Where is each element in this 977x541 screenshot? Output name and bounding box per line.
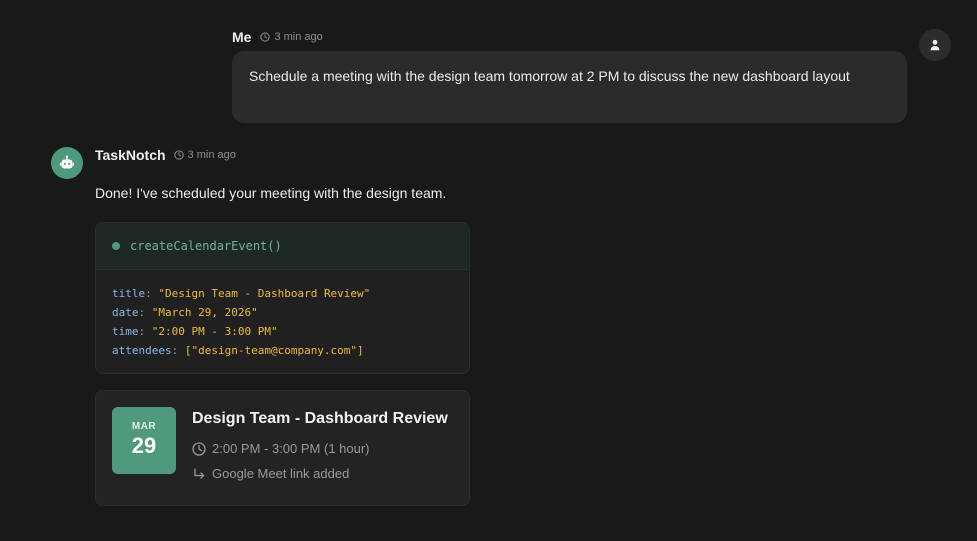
user-message-header: Me 3 min ago: [232, 29, 323, 45]
bot-message-header: TaskNotch 3 min ago: [95, 147, 236, 163]
argument-row: time: "2:00 PM - 3:00 PM": [112, 325, 278, 338]
user-avatar[interactable]: [919, 29, 951, 61]
clock-icon: [173, 150, 184, 160]
argument-key: attendees: [112, 344, 172, 357]
clock-icon: [192, 441, 206, 456]
argument-row: attendees: ["design-team@company.com"]: [112, 344, 364, 357]
date-badge: MAR 29: [112, 407, 176, 474]
status-dot-icon: [112, 242, 120, 250]
message-timestamp: 3 min ago: [260, 31, 323, 43]
argument-value: "2:00 PM - 3:00 PM": [151, 325, 278, 338]
bot-message-text: Done! I've scheduled your meeting with t…: [95, 185, 447, 201]
argument-key: date: [112, 306, 139, 319]
tool-call-card[interactable]: createCalendarEvent() title: "Design Tea…: [95, 222, 470, 374]
argument-value: ["design-team@company.com"]: [184, 344, 364, 357]
event-day: 29: [131, 433, 157, 458]
event-note-row: Google Meet link added: [192, 466, 349, 481]
event-time: 2:00 PM - 3:00 PM (1 hour): [212, 441, 370, 456]
event-title: Design Team - Dashboard Review: [192, 410, 448, 427]
argument-key: time: [112, 325, 139, 338]
clock-icon: [260, 32, 271, 42]
tool-call-arguments: title: "Design Team - Dashboard Review" …: [96, 270, 469, 360]
return-arrow-icon: [194, 467, 205, 479]
argument-key: title: [112, 287, 146, 300]
message-timestamp: 3 min ago: [173, 149, 236, 161]
sender-name: Me: [232, 29, 252, 45]
event-note: Google Meet link added: [212, 466, 350, 481]
timestamp-text: 3 min ago: [187, 149, 236, 161]
sender-name: TaskNotch: [95, 147, 166, 163]
function-name: createCalendarEvent(): [130, 239, 282, 253]
bot-avatar[interactable]: [51, 147, 83, 179]
calendar-event-card[interactable]: MAR 29 Design Team - Dashboard Review 2:…: [95, 390, 470, 506]
tool-call-header[interactable]: createCalendarEvent(): [96, 223, 469, 270]
argument-value: "March 29, 2026": [151, 306, 258, 319]
argument-row: date: "March 29, 2026": [112, 306, 258, 319]
user-message-text: Schedule a meeting with the design team …: [249, 68, 850, 84]
event-time-row: 2:00 PM - 3:00 PM (1 hour): [192, 441, 370, 456]
person-icon: [930, 39, 940, 51]
event-month: MAR: [131, 421, 157, 432]
user-message-bubble: Schedule a meeting with the design team …: [232, 51, 907, 123]
argument-value: "Design Team - Dashboard Review": [158, 287, 371, 300]
argument-row: title: "Design Team - Dashboard Review": [112, 287, 371, 300]
timestamp-text: 3 min ago: [274, 31, 323, 43]
robot-icon: [59, 155, 75, 169]
